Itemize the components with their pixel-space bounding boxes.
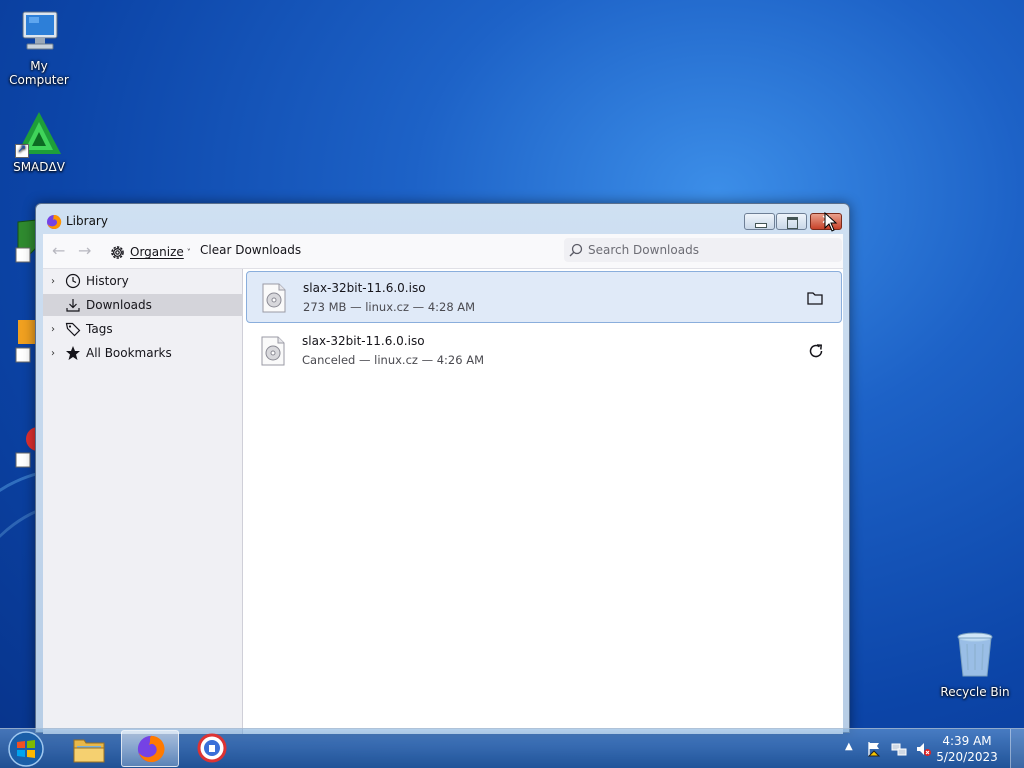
firefox-icon bbox=[47, 214, 62, 229]
desktop-icon-recycle-bin[interactable]: Recycle Bin bbox=[936, 630, 1014, 699]
chevron-right-icon[interactable]: › bbox=[51, 348, 65, 359]
show-desktop-button[interactable] bbox=[1010, 729, 1024, 768]
folder-icon bbox=[73, 739, 105, 763]
library-window: Library ← → Organize ˅ Clear Downloads bbox=[35, 203, 850, 734]
search-icon bbox=[569, 243, 583, 257]
shortcut-arrow-icon bbox=[15, 142, 29, 158]
organize-button[interactable]: Organize ˅ bbox=[109, 241, 191, 263]
volume-muted-icon[interactable] bbox=[915, 741, 931, 757]
mouse-cursor-icon bbox=[824, 212, 838, 232]
disc-image-file-icon bbox=[262, 283, 286, 313]
taskbar-firefox-button[interactable] bbox=[121, 730, 179, 767]
show-hidden-icons-icon[interactable]: ▲ bbox=[845, 741, 853, 752]
taskbar-explorer-button[interactable] bbox=[60, 730, 118, 767]
maximize-button[interactable] bbox=[776, 213, 807, 230]
clock-date: 5/20/2023 bbox=[936, 750, 998, 764]
avg-secure-browser-icon bbox=[197, 733, 227, 763]
download-item[interactable]: slax-32bit-11.6.0.iso 273 MB — linux.cz … bbox=[246, 271, 842, 323]
recycle-bin-icon bbox=[957, 632, 993, 677]
firefox-icon bbox=[137, 735, 165, 763]
download-item[interactable]: slax-32bit-11.6.0.iso Canceled — linux.c… bbox=[246, 325, 842, 377]
desktop-icon-smadav[interactable]: SMADΔV bbox=[0, 110, 78, 174]
sidebar-item-label: Downloads bbox=[86, 298, 152, 312]
sidebar-item-all-bookmarks[interactable]: › All Bookmarks bbox=[43, 342, 243, 364]
search-box[interactable] bbox=[564, 238, 842, 262]
gear-icon bbox=[111, 245, 124, 259]
desktop-icon-label: Recycle Bin bbox=[940, 685, 1010, 699]
start-button[interactable] bbox=[6, 731, 46, 767]
library-sidebar: › History Downloads › Tags › All Bookmar… bbox=[43, 269, 243, 734]
star-icon bbox=[66, 346, 80, 360]
sidebar-item-label: Tags bbox=[86, 322, 113, 336]
download-status: Canceled — linux.cz — 4:26 AM bbox=[302, 353, 485, 367]
retry-icon[interactable] bbox=[806, 341, 826, 361]
back-arrow-icon[interactable]: ← bbox=[52, 242, 70, 260]
window-client: ← → Organize ˅ Clear Downloads Search Do… bbox=[43, 234, 843, 734]
organize-label: Organize bbox=[130, 245, 184, 259]
disc-image-file-icon bbox=[261, 336, 285, 366]
download-filename: slax-32bit-11.6.0.iso bbox=[302, 334, 425, 348]
download-status: 273 MB — linux.cz — 4:28 AM bbox=[303, 300, 476, 314]
sidebar-item-history[interactable]: › History bbox=[43, 270, 243, 292]
tag-icon bbox=[65, 322, 81, 337]
clear-downloads-button[interactable]: Clear Downloads bbox=[200, 243, 301, 257]
clock-time: 4:39 AM bbox=[942, 734, 992, 748]
window-title: Library bbox=[66, 214, 108, 228]
clock-icon bbox=[65, 273, 81, 289]
sidebar-item-downloads[interactable]: Downloads bbox=[43, 294, 243, 316]
chevron-right-icon[interactable]: › bbox=[51, 276, 65, 287]
computer-icon bbox=[22, 11, 58, 50]
window-titlebar[interactable]: Library bbox=[36, 204, 849, 234]
desktop-icon-label: My Computer bbox=[9, 59, 69, 87]
folder-icon[interactable] bbox=[805, 288, 825, 308]
sidebar-item-tags[interactable]: › Tags bbox=[43, 318, 243, 340]
network-icon[interactable] bbox=[891, 741, 907, 757]
download-filename: slax-32bit-11.6.0.iso bbox=[303, 281, 426, 295]
action-center-flag-icon[interactable] bbox=[866, 741, 882, 757]
sidebar-item-label: History bbox=[86, 274, 129, 288]
taskbar-clock[interactable]: 4:39 AM 5/20/2023 bbox=[934, 733, 1000, 765]
forward-arrow-icon[interactable]: → bbox=[78, 242, 96, 260]
search-input[interactable] bbox=[588, 243, 828, 257]
chevron-down-icon: ˅ bbox=[186, 247, 191, 257]
taskbar: ▲ 4:39 AM 5/20/2023 bbox=[0, 728, 1024, 768]
download-icon bbox=[66, 299, 80, 312]
downloads-list: slax-32bit-11.6.0.iso 273 MB — linux.cz … bbox=[244, 269, 843, 734]
taskbar-avg-browser-button[interactable] bbox=[183, 730, 241, 767]
chevron-right-icon[interactable]: › bbox=[51, 324, 65, 335]
library-toolbar: ← → Organize ˅ Clear Downloads bbox=[43, 234, 843, 269]
desktop-icon-my-computer[interactable]: My Computer bbox=[0, 8, 78, 87]
minimize-button[interactable] bbox=[744, 213, 775, 230]
desktop-icon-label: SMADΔV bbox=[13, 160, 65, 174]
sidebar-item-label: All Bookmarks bbox=[86, 346, 172, 360]
